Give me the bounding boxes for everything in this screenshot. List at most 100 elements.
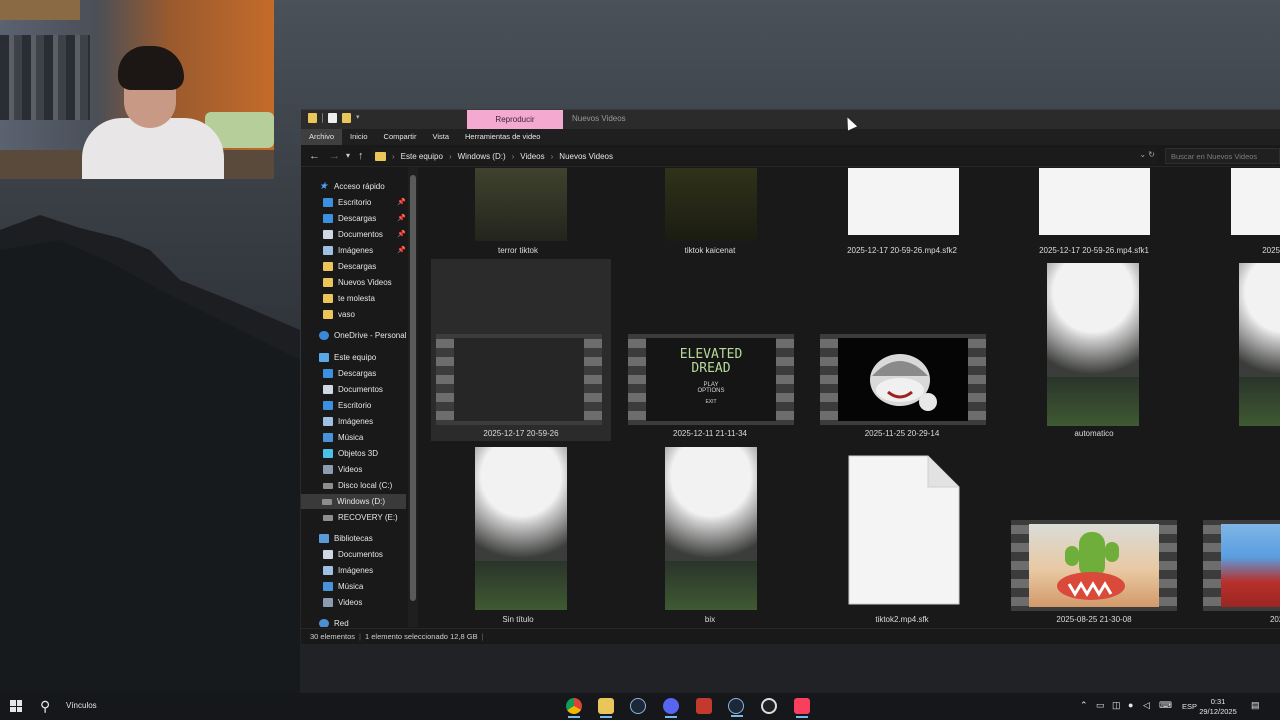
file-item[interactable]: 2025-12-17 2 bbox=[1191, 167, 1280, 262]
recent-locations-chevron-icon[interactable]: ▾ bbox=[346, 149, 350, 163]
drive-icon bbox=[323, 514, 333, 521]
keyboard-icon[interactable]: ⌨ bbox=[1159, 700, 1172, 711]
tray-app-icon[interactable]: ▭ bbox=[1096, 700, 1105, 711]
file-item[interactable]: 2025-07- bbox=[1191, 445, 1280, 627]
file-item[interactable]: tiktok2.mp4.sfk bbox=[807, 445, 997, 627]
file-item[interactable]: ELEVATED DREAD PLAY OPTIONS EXIT 2025-12… bbox=[615, 259, 805, 441]
libraries-icon bbox=[319, 534, 329, 543]
media-app-icon[interactable] bbox=[696, 698, 712, 714]
nav-pictures[interactable]: Imágenes bbox=[323, 243, 373, 258]
file-item[interactable]: 2025-08-25 21-30-08 bbox=[999, 445, 1189, 627]
address-bar-row: ← → ▾ ↑ › Este equipo › Windows (D:) › V… bbox=[301, 146, 1280, 167]
microphone-icon[interactable]: ● bbox=[1128, 700, 1133, 710]
nav-pc-videos[interactable]: Videos bbox=[323, 462, 362, 477]
file-item[interactable]: automatico bbox=[999, 259, 1189, 441]
up-arrow-icon[interactable]: ↑ bbox=[358, 149, 364, 163]
file-item[interactable]: tiktok kaicenat bbox=[615, 167, 805, 262]
file-item[interactable]: bix bbox=[615, 445, 805, 627]
itunes-icon[interactable] bbox=[794, 698, 810, 718]
properties-icon[interactable] bbox=[328, 113, 337, 123]
file-name: automatico bbox=[1074, 429, 1114, 438]
breadcrumb[interactable]: › Este equipo › Windows (D:) › Videos › … bbox=[371, 148, 1157, 164]
breadcrumb-separator-icon: › bbox=[392, 151, 395, 161]
nav-quick-access[interactable]: ★ Acceso rápido bbox=[319, 179, 385, 194]
desktop-icon bbox=[323, 198, 333, 207]
file-item[interactable] bbox=[1191, 259, 1280, 441]
customize-toolbar-chevron-icon[interactable]: ▾ bbox=[356, 114, 364, 122]
network-icon bbox=[319, 619, 329, 627]
language-indicator[interactable]: ESP bbox=[1182, 702, 1197, 711]
nav-drive-e[interactable]: RECOVERY (E:) bbox=[323, 510, 398, 525]
breadcrumb-this-pc[interactable]: Este equipo bbox=[401, 152, 443, 161]
nav-network[interactable]: Red bbox=[319, 616, 349, 627]
nav-this-pc[interactable]: Este equipo bbox=[319, 350, 376, 365]
taskbar-search-label[interactable]: Vínculos bbox=[66, 701, 97, 710]
nav-lib-music[interactable]: Música bbox=[323, 579, 363, 594]
chrome-icon[interactable] bbox=[566, 698, 582, 718]
file-item-selected[interactable]: 2025-12-17 20-59-26 bbox=[431, 259, 611, 441]
videos-icon bbox=[323, 598, 333, 607]
nav-downloads[interactable]: Descargas bbox=[323, 211, 376, 226]
back-arrow-icon[interactable]: ← bbox=[309, 149, 320, 163]
nav-pc-pictures[interactable]: Imágenes bbox=[323, 414, 373, 429]
nav-lib-videos[interactable]: Videos bbox=[323, 595, 362, 610]
nav-onedrive[interactable]: OneDrive - Personal bbox=[319, 328, 406, 343]
breadcrumb-videos[interactable]: Videos bbox=[520, 152, 544, 161]
tray-app-icon[interactable]: ◫ bbox=[1112, 700, 1121, 711]
steam-icon[interactable] bbox=[728, 698, 744, 717]
file-item[interactable]: 2025-12-17 20-59-26.mp4.sfk2 bbox=[807, 167, 997, 262]
nav-pc-desktop[interactable]: Escritorio bbox=[323, 398, 371, 413]
forward-arrow-icon[interactable]: → bbox=[329, 149, 340, 163]
navigation-pane: ★ Acceso rápido Escritorio 📌 Descargas 📌 … bbox=[301, 167, 419, 627]
breadcrumb-drive-d[interactable]: Windows (D:) bbox=[458, 152, 506, 161]
nav-folder-te-molesta[interactable]: te molesta bbox=[323, 291, 375, 306]
tab-file[interactable]: Archivo bbox=[301, 129, 343, 145]
volume-icon[interactable]: ◁ bbox=[1143, 700, 1150, 711]
windows-start-icon[interactable] bbox=[10, 700, 22, 712]
nav-desktop[interactable]: Escritorio bbox=[323, 195, 371, 210]
search-icon[interactable]: ⚲ bbox=[40, 698, 50, 715]
quick-access-toolbar: ▾ bbox=[308, 113, 364, 123]
video-filmstrip bbox=[820, 334, 986, 425]
new-folder-icon[interactable] bbox=[342, 113, 351, 123]
file-item[interactable]: 2025-11-25 20-29-14 bbox=[807, 259, 997, 441]
file-explorer-icon[interactable] bbox=[598, 698, 614, 718]
nav-pc-documents[interactable]: Documentos bbox=[323, 382, 383, 397]
nav-pc-downloads[interactable]: Descargas bbox=[323, 366, 376, 381]
tab-video-tools[interactable]: Herramientas de video bbox=[457, 129, 548, 145]
nav-lib-pictures[interactable]: Imágenes bbox=[323, 563, 373, 578]
cactus-character-icon bbox=[1057, 532, 1125, 600]
nav-drive-c[interactable]: Disco local (C:) bbox=[323, 478, 392, 493]
file-item[interactable]: terror tiktok bbox=[423, 167, 613, 262]
nav-folder-downloads[interactable]: Descargas bbox=[323, 259, 376, 274]
folder-icon bbox=[323, 262, 333, 271]
nav-folder-new-videos[interactable]: Nuevos Videos bbox=[323, 275, 392, 290]
search-input[interactable]: Buscar en Nuevos Videos bbox=[1165, 148, 1280, 164]
tray-chevron-icon[interactable]: ⌃ bbox=[1080, 700, 1088, 711]
nav-libraries[interactable]: Bibliotecas bbox=[319, 531, 373, 546]
tab-share[interactable]: Compartir bbox=[376, 129, 425, 145]
file-item[interactable]: 2025-12-17 20-59-26.mp4.sfk1 bbox=[999, 167, 1189, 262]
file-item[interactable]: Sin título bbox=[423, 445, 613, 627]
nav-scrollbar[interactable] bbox=[408, 167, 418, 627]
nav-drive-d[interactable]: Windows (D:) bbox=[301, 494, 406, 509]
discord-icon[interactable] bbox=[663, 698, 679, 718]
nav-folder-vaso[interactable]: vaso bbox=[323, 307, 355, 322]
tab-home[interactable]: Inicio bbox=[342, 129, 376, 145]
selection-info: 1 elemento seleccionado bbox=[364, 632, 448, 641]
address-dropdown-refresh-icon[interactable]: ⌄ ↻ bbox=[1139, 150, 1155, 159]
steam-icon[interactable] bbox=[630, 698, 646, 714]
nav-lib-documents[interactable]: Documentos bbox=[323, 547, 383, 562]
title-bar[interactable]: ▾ Reproducir Nuevos Videos bbox=[301, 110, 1280, 129]
scrollbar-thumb[interactable] bbox=[410, 175, 416, 601]
contextual-tab-play[interactable]: Reproducir bbox=[467, 110, 563, 129]
breadcrumb-new-videos[interactable]: Nuevos Videos bbox=[559, 152, 613, 161]
nav-pc-music[interactable]: Música bbox=[323, 430, 363, 445]
obs-icon[interactable] bbox=[761, 698, 777, 714]
nav-pc-3d-objects[interactable]: Objetos 3D bbox=[323, 446, 378, 461]
nav-documents[interactable]: Documentos bbox=[323, 227, 383, 242]
folder-icon[interactable] bbox=[308, 113, 317, 123]
notifications-icon[interactable]: ▤ bbox=[1251, 700, 1260, 711]
clock[interactable]: 0:31 29/12/2025 bbox=[1196, 697, 1240, 717]
tab-view[interactable]: Vista bbox=[424, 129, 457, 145]
